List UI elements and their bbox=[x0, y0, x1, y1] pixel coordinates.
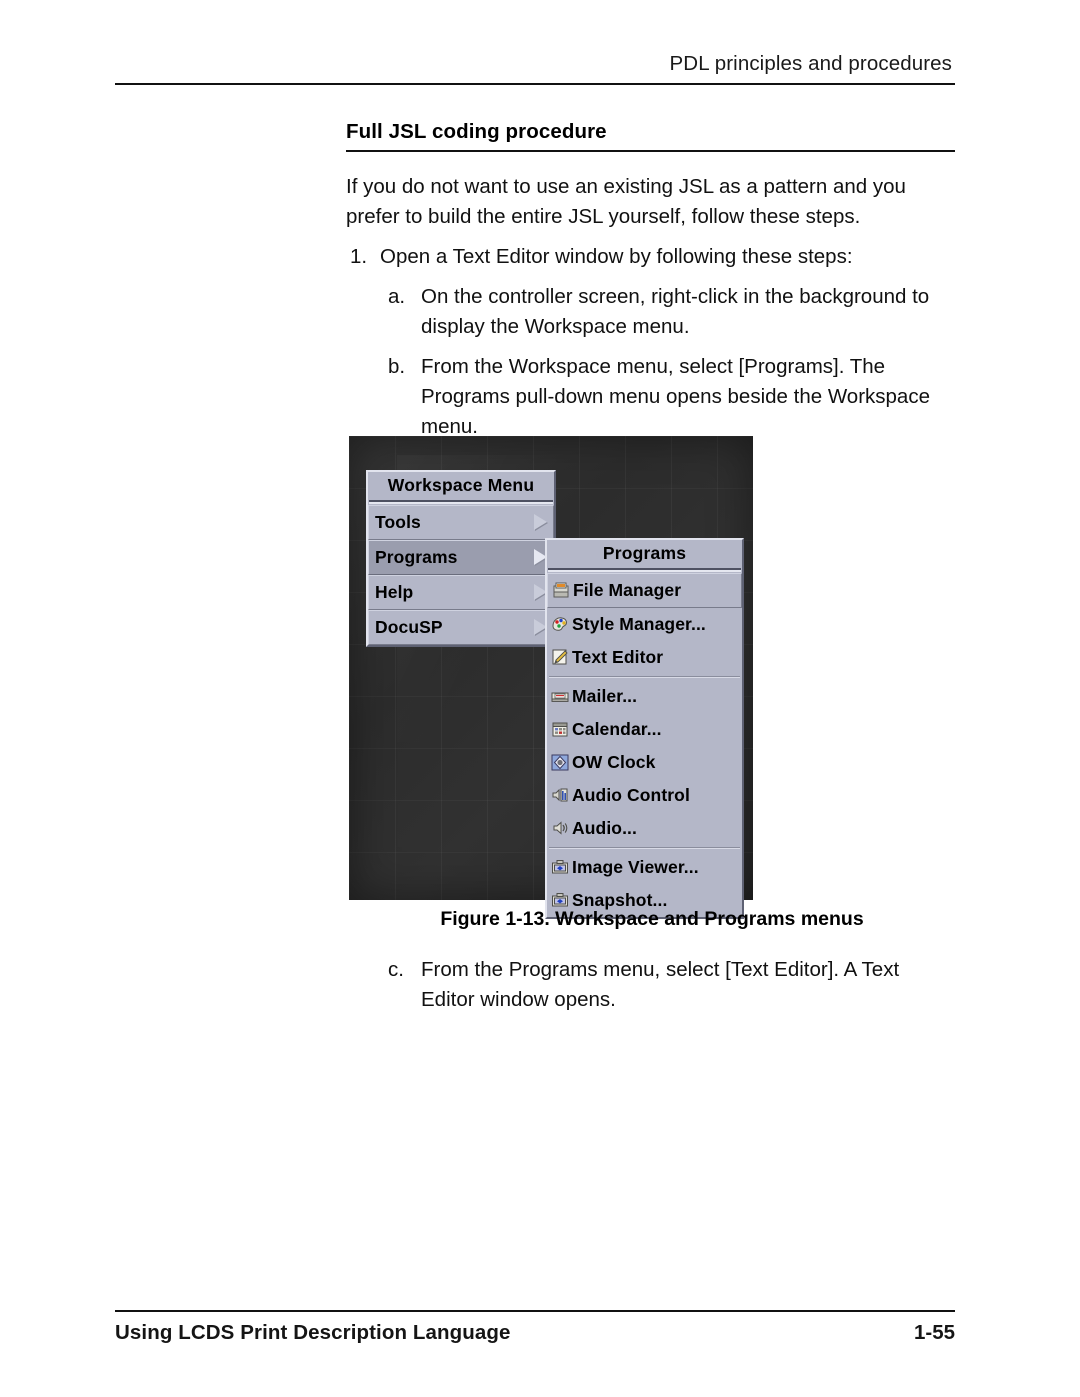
page-footer: Using LCDS Print Description Language 1-… bbox=[115, 1310, 955, 1345]
menu-item-label: Audio... bbox=[572, 817, 637, 838]
programs-menu[interactable]: Programs File Manager Style Manager... T… bbox=[545, 538, 744, 919]
menu-item-label: Tools bbox=[375, 511, 421, 532]
chevron-right-icon bbox=[534, 514, 547, 530]
footer-rule bbox=[115, 1310, 955, 1312]
body-content-after-figure: c. From the Programs menu, select [Text … bbox=[346, 945, 958, 1015]
body-content: If you do not want to use an existing JS… bbox=[346, 172, 958, 442]
menu-item-label: Calendar... bbox=[572, 718, 662, 739]
menu-item-label: Mailer... bbox=[572, 685, 638, 706]
menu-separator bbox=[549, 676, 740, 678]
style-manager-icon bbox=[551, 615, 569, 633]
text-editor-icon bbox=[551, 648, 569, 666]
list-marker: 1. bbox=[350, 245, 368, 268]
figure-1-13-image: Workspace Menu Tools Programs Help DocuS… bbox=[349, 436, 753, 919]
menu-item-label: Audio Control bbox=[572, 784, 690, 805]
list-item: 1. Open a Text Editor window by followin… bbox=[350, 242, 958, 272]
menu-item-programs[interactable]: Programs bbox=[368, 540, 554, 575]
audio-control-icon bbox=[551, 786, 569, 804]
list-item: b. From the Workspace menu, select [Prog… bbox=[388, 352, 958, 442]
figure-caption: Figure 1-13. Workspace and Programs menu… bbox=[440, 908, 864, 930]
programs-menu-title: Programs bbox=[602, 543, 687, 563]
page-title: Full JSL coding procedure bbox=[346, 120, 607, 143]
menu-item-help[interactable]: Help bbox=[368, 575, 554, 610]
list-text: On the controller screen, right-click in… bbox=[421, 285, 930, 338]
image-viewer-icon bbox=[551, 858, 569, 876]
list-item: a. On the controller screen, right-click… bbox=[388, 282, 958, 342]
clock-icon bbox=[551, 753, 569, 771]
list-marker: c. bbox=[388, 958, 404, 981]
menu-item-calendar[interactable]: Calendar... bbox=[547, 713, 742, 746]
menu-item-text-editor[interactable]: Text Editor bbox=[547, 641, 742, 674]
menu-item-file-manager[interactable]: File Manager bbox=[547, 573, 742, 608]
mailer-icon bbox=[551, 687, 569, 705]
menu-item-label: Image Viewer... bbox=[572, 856, 699, 877]
list-text: From the Programs menu, select [Text Edi… bbox=[421, 958, 900, 1011]
calendar-icon bbox=[551, 720, 569, 738]
menu-item-label: Style Manager... bbox=[572, 613, 706, 634]
snapshot-icon bbox=[551, 891, 569, 909]
workspace-menu[interactable]: Workspace Menu Tools Programs Help DocuS… bbox=[366, 470, 556, 647]
menu-item-audio-control[interactable]: Audio Control bbox=[547, 779, 742, 812]
menu-item-image-viewer[interactable]: Image Viewer... bbox=[547, 851, 742, 884]
intro-paragraph: If you do not want to use an existing JS… bbox=[346, 175, 906, 228]
list-marker: a. bbox=[388, 285, 406, 308]
list-text: Open a Text Editor window by following t… bbox=[380, 245, 853, 268]
menu-item-label: OW Clock bbox=[572, 751, 656, 772]
heading-rule bbox=[346, 150, 955, 152]
menu-title-separator bbox=[369, 500, 553, 504]
running-head: PDL principles and procedures bbox=[669, 52, 952, 75]
menu-item-label: Text Editor bbox=[572, 646, 664, 667]
workspace-menu-title: Workspace Menu bbox=[387, 475, 535, 495]
audio-icon bbox=[551, 819, 569, 837]
menu-item-label: DocuSP bbox=[375, 616, 443, 637]
menu-item-label: File Manager bbox=[573, 579, 682, 600]
section-heading: Full JSL coding procedure bbox=[346, 120, 955, 152]
menu-separator bbox=[549, 847, 740, 849]
menu-item-ow-clock[interactable]: OW Clock bbox=[547, 746, 742, 779]
menu-item-mailer[interactable]: Mailer... bbox=[547, 680, 742, 713]
menu-title-separator bbox=[548, 568, 741, 572]
footer-book-title: Using LCDS Print Description Language bbox=[115, 1321, 511, 1344]
list-text: From the Workspace menu, select [Program… bbox=[421, 355, 930, 438]
menu-item-audio[interactable]: Audio... bbox=[547, 812, 742, 845]
file-manager-icon bbox=[552, 581, 570, 599]
menu-item-label: Programs bbox=[375, 546, 458, 567]
list-marker: b. bbox=[388, 355, 406, 378]
menu-item-tools[interactable]: Tools bbox=[368, 505, 554, 540]
list-item: c. From the Programs menu, select [Text … bbox=[388, 955, 958, 1015]
menu-item-label: Help bbox=[375, 581, 414, 602]
page-header: PDL principles and procedures bbox=[115, 52, 955, 85]
menu-item-docusp[interactable]: DocuSP bbox=[368, 610, 554, 645]
footer-page-number: 1-55 bbox=[913, 1321, 955, 1344]
header-rule bbox=[115, 83, 955, 85]
menu-item-style-manager[interactable]: Style Manager... bbox=[547, 608, 742, 641]
